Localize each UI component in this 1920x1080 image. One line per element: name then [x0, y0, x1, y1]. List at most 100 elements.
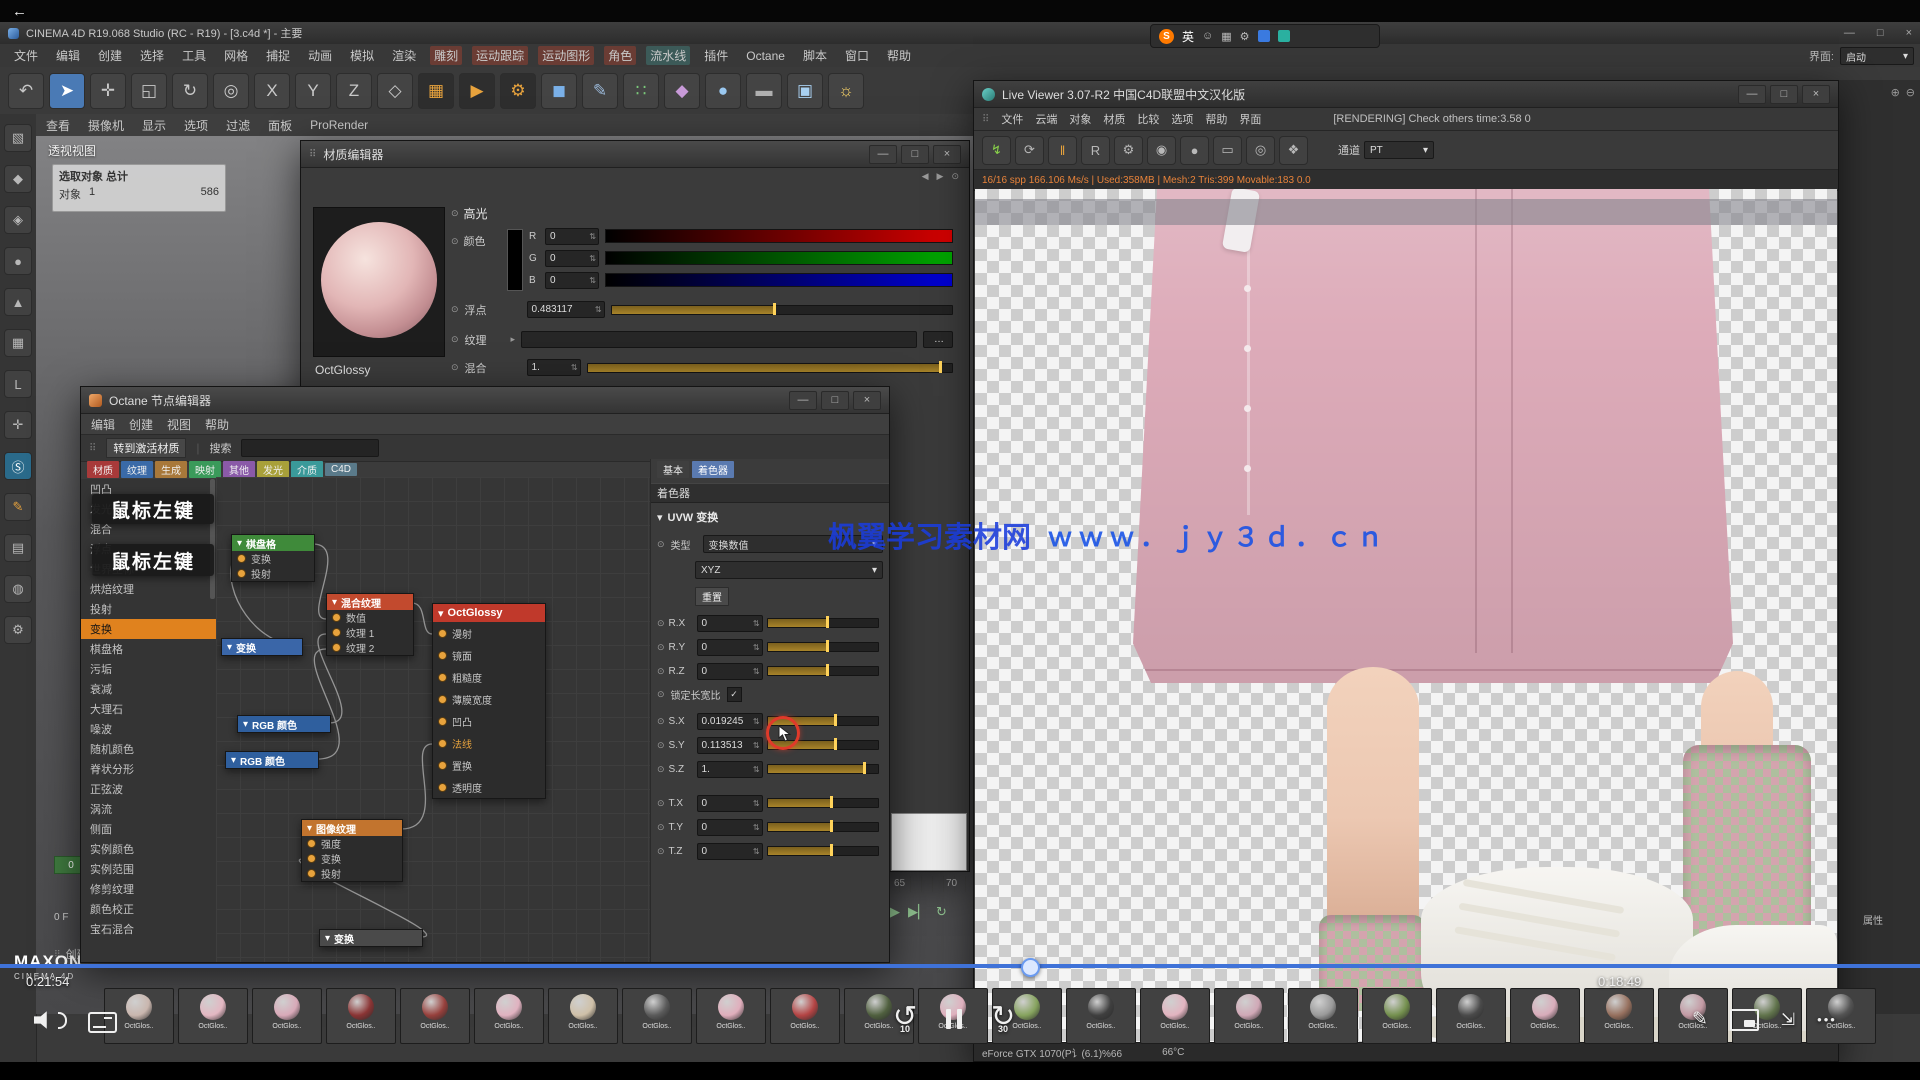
node-checks[interactable]: ▾ 棋盘格 变换投射	[231, 534, 315, 582]
param-slider[interactable]	[767, 822, 879, 832]
menu-item[interactable]: 对象	[1069, 111, 1091, 127]
minimize-icon[interactable]: —	[869, 145, 897, 164]
mix-value[interactable]: 1. ⇅	[527, 359, 581, 376]
ime-tool-icon[interactable]: ▦	[1221, 30, 1231, 43]
lv-toolbar-icon[interactable]: ❖	[1279, 136, 1308, 165]
node-port[interactable]: 强度	[302, 836, 402, 851]
spinner-icon[interactable]: ⇅	[595, 305, 602, 314]
ime-tool-icon[interactable]: ⚙	[1240, 30, 1250, 43]
menu-item[interactable]: 网格	[220, 46, 252, 65]
spinner-icon[interactable]: ⇅	[589, 232, 596, 241]
side-toolbar-icon[interactable]: ◈	[4, 206, 32, 234]
prev-icon[interactable]: ◀	[922, 171, 929, 182]
float-value[interactable]: 0.483117 ⇅	[527, 301, 605, 318]
collapse-icon[interactable]: ▾	[231, 755, 236, 766]
toolbar-icon[interactable]: X	[254, 73, 290, 109]
toolbar-icon[interactable]: ▶	[459, 73, 495, 109]
menu-item[interactable]: 选项	[1171, 111, 1193, 127]
zoom-out-icon[interactable]: ⊖	[1906, 86, 1915, 99]
side-toolbar-icon[interactable]: Ⓢ	[4, 452, 32, 480]
toolbar-icon[interactable]: ∷	[623, 73, 659, 109]
frame-field[interactable]: 0 F	[54, 912, 68, 923]
param-slider[interactable]	[767, 846, 879, 856]
category-tab[interactable]: 介质	[291, 461, 323, 478]
play-icon[interactable]: ▶	[890, 904, 900, 920]
lv-toolbar-icon[interactable]: ◉	[1147, 136, 1176, 165]
menu-item[interactable]: 编辑	[91, 416, 115, 433]
menu-item[interactable]: 流水线	[646, 46, 690, 65]
viewport-menu-item[interactable]: 查看	[46, 117, 70, 134]
filmstrip-thumb[interactable]: OctGlos..	[474, 988, 544, 1044]
menu-item[interactable]: 视图	[167, 416, 191, 433]
back-icon[interactable]: ←	[12, 3, 27, 20]
collapse-icon[interactable]: ▾	[325, 933, 330, 944]
node-list-item[interactable]: 变换	[81, 619, 216, 639]
param-value[interactable]: 1.⇅	[697, 761, 763, 778]
port-dot[interactable]	[237, 569, 246, 578]
toolbar-icon[interactable]: ▣	[787, 73, 823, 109]
menu-item[interactable]: 工具	[178, 46, 210, 65]
filmstrip-thumb[interactable]: OctGlos..	[326, 988, 396, 1044]
node-list-item[interactable]: 脊状分形	[81, 759, 216, 779]
toolbar-icon[interactable]: ✛	[90, 73, 126, 109]
menu-item[interactable]: 脚本	[799, 46, 831, 65]
node-list-item[interactable]: 涡流	[81, 799, 216, 819]
menu-item[interactable]: 文件	[10, 46, 42, 65]
channel-value[interactable]: 0 ⇅	[545, 272, 599, 289]
node-transform-1[interactable]: ▾ 变换	[221, 638, 303, 656]
uvw-group[interactable]: ▾ UVW 变换	[657, 509, 718, 525]
menu-item[interactable]: 帮助	[883, 46, 915, 65]
port-dot[interactable]	[332, 613, 341, 622]
spinner-icon[interactable]: ⇅	[589, 254, 596, 263]
spinner-icon[interactable]: ⇅	[753, 619, 760, 628]
maximize-icon[interactable]: □	[1770, 85, 1798, 104]
node-list-item[interactable]: 实例颜色	[81, 839, 216, 859]
spinner-icon[interactable]: ⇅	[753, 741, 760, 750]
collapse-icon[interactable]: ▾	[237, 538, 242, 549]
filmstrip-thumb[interactable]: OctGlos..	[548, 988, 618, 1044]
close-icon[interactable]: ×	[1802, 85, 1830, 104]
channel-gradient-slider[interactable]	[605, 251, 953, 265]
menu-item[interactable]: 云端	[1035, 111, 1057, 127]
node-port[interactable]: 凹凸	[433, 710, 545, 732]
channel-gradient-slider[interactable]	[605, 229, 953, 243]
minimize-icon[interactable]: —	[789, 391, 817, 410]
menu-item[interactable]: 创建	[129, 416, 153, 433]
collapse-icon[interactable]: ▾	[438, 607, 444, 620]
toolbar-icon[interactable]: Y	[295, 73, 331, 109]
param-value[interactable]: 0⇅	[697, 615, 763, 632]
node-port[interactable]: 纹理 1	[327, 625, 413, 640]
category-tab[interactable]: 纹理	[121, 461, 153, 478]
spinner-icon[interactable]: ⇅	[753, 847, 760, 856]
node-port[interactable]: 漫射	[433, 622, 545, 644]
param-slider[interactable]	[767, 666, 879, 676]
filmstrip-thumb[interactable]: OctGlos..	[1140, 988, 1210, 1044]
toolbar-icon[interactable]: Z	[336, 73, 372, 109]
menu-item[interactable]: 比较	[1137, 111, 1159, 127]
side-toolbar-icon[interactable]: ⚙	[4, 616, 32, 644]
category-tab[interactable]: C4D	[325, 463, 357, 476]
toolbar-icon[interactable]: ◱	[131, 73, 167, 109]
side-toolbar-icon[interactable]: ▦	[4, 329, 32, 357]
port-dot[interactable]	[332, 643, 341, 652]
filmstrip-thumb[interactable]: OctGlos..	[252, 988, 322, 1044]
node-list-item[interactable]: 衰减	[81, 679, 216, 699]
lv-toolbar-icon[interactable]: ●	[1180, 136, 1209, 165]
menu-item[interactable]: 渲染	[388, 46, 420, 65]
viewport-menu-item[interactable]: 摄像机	[88, 117, 124, 134]
progress-handle[interactable]	[1021, 958, 1040, 977]
spinner-icon[interactable]: ⇅	[753, 823, 760, 832]
node-port[interactable]: 薄膜宽度	[433, 688, 545, 710]
render-view[interactable]	[975, 189, 1837, 1043]
param-value[interactable]: 0⇅	[697, 843, 763, 860]
filmstrip-thumb[interactable]: OctGlos..	[400, 988, 470, 1044]
port-dot[interactable]	[307, 839, 316, 848]
next-icon[interactable]: ▶	[937, 171, 944, 182]
port-dot[interactable]	[332, 628, 341, 637]
viewport-name[interactable]: 透视视图	[48, 142, 96, 159]
color-swatch[interactable]	[507, 229, 523, 291]
goto-active-material-button[interactable]: 转到激活材质	[106, 438, 186, 458]
filmstrip-thumb[interactable]: OctGlos..	[1066, 988, 1136, 1044]
exit-fullscreen-button[interactable]: ⇲	[1781, 1010, 1795, 1030]
filmstrip-thumb[interactable]: OctGlos..	[770, 988, 840, 1044]
